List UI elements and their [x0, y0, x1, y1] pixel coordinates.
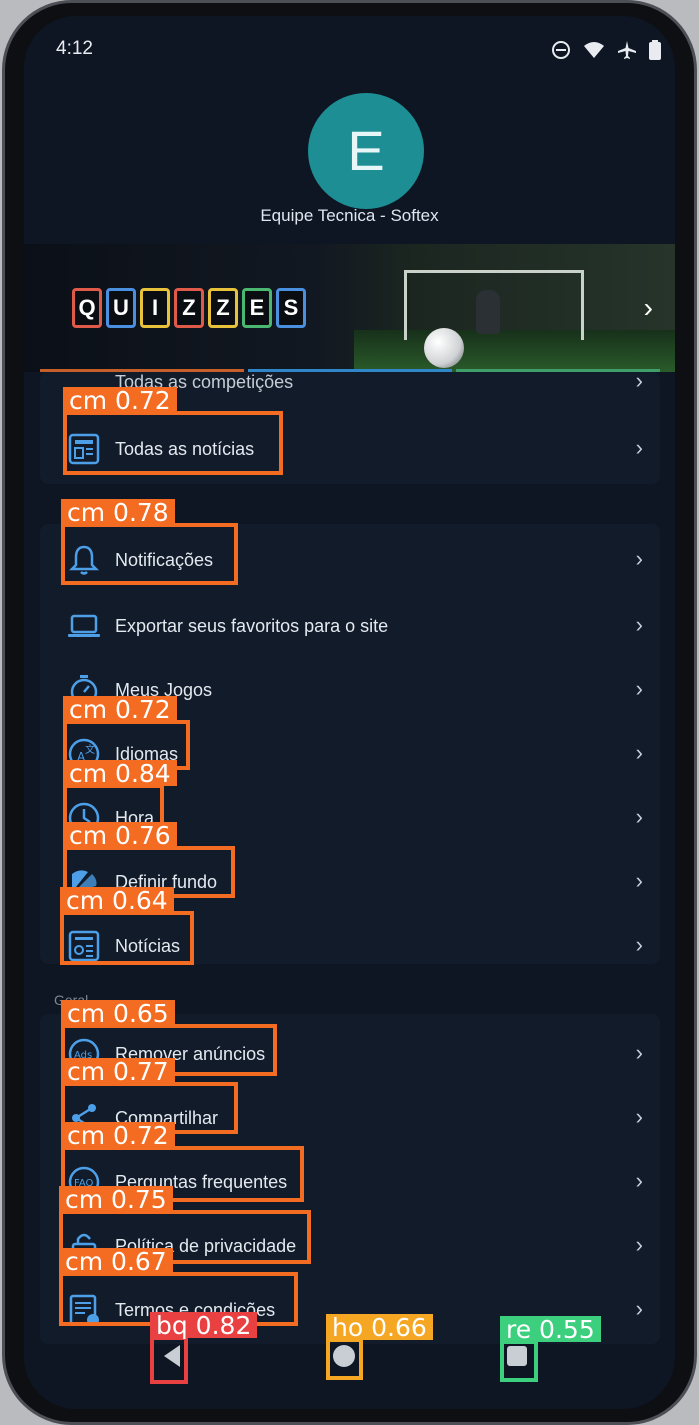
quiz-letter: U	[106, 288, 136, 328]
quiz-letter: Z	[174, 288, 204, 328]
detection-label: cm 0.77	[61, 1058, 175, 1085]
detection-box	[60, 911, 194, 965]
status-bar: 4:12	[24, 16, 675, 86]
chevron-right-icon: ›	[635, 1168, 643, 1193]
quiz-letter: E	[242, 288, 272, 328]
chevron-right-icon: ›	[635, 740, 643, 765]
menu-label: Exportar seus favoritos para o site	[115, 616, 389, 636]
soccer-ball-icon	[424, 328, 464, 368]
airplane-icon	[618, 41, 636, 59]
banner-chevron-icon[interactable]: ›	[644, 292, 653, 324]
dnd-icon	[552, 41, 570, 59]
chevron-right-icon: ›	[635, 1104, 643, 1129]
banner-goalkeeper	[476, 290, 500, 334]
quizzes-banner[interactable]: Q U I Z Z E S ›	[24, 244, 675, 372]
chevron-right-icon: ›	[635, 612, 643, 637]
account-name: Equipe Tecnica - Softex	[260, 206, 439, 225]
laptop-icon	[68, 614, 100, 637]
chevron-right-icon: ›	[635, 435, 643, 460]
wifi-icon	[584, 42, 604, 58]
detection-box	[326, 1338, 363, 1380]
chevron-right-icon: ›	[635, 368, 643, 393]
detection-label: cm 0.84	[63, 760, 177, 787]
quiz-letter: Z	[208, 288, 238, 328]
chevron-right-icon: ›	[635, 868, 643, 893]
chevron-right-icon: ›	[635, 1040, 643, 1065]
detection-label: re 0.55	[500, 1316, 601, 1343]
detection-label: bq 0.82	[150, 1312, 258, 1339]
chevron-right-icon: ›	[635, 1232, 643, 1257]
quiz-letter: I	[140, 288, 170, 328]
detection-label: cm 0.67	[59, 1248, 173, 1275]
detection-box	[63, 411, 283, 475]
chevron-right-icon: ›	[635, 1296, 643, 1321]
account-avatar[interactable]: E	[308, 93, 424, 209]
detection-label: cm 0.64	[60, 887, 174, 914]
menu-item-exportar-favoritos[interactable]: Exportar seus favoritos para o site ›	[24, 596, 675, 654]
detection-label: cm 0.76	[63, 822, 177, 849]
chevron-right-icon: ›	[635, 676, 643, 701]
quiz-letter: Q	[72, 288, 102, 328]
chevron-right-icon: ›	[635, 546, 643, 571]
status-time: 4:12	[56, 38, 93, 59]
battery-icon	[649, 40, 661, 60]
detection-box	[150, 1336, 188, 1384]
quiz-letter: S	[276, 288, 306, 328]
detection-box	[500, 1340, 538, 1382]
quizzes-logo: Q U I Z Z E S	[72, 288, 306, 328]
detection-label: cm 0.72	[63, 387, 177, 414]
detection-label: cm 0.72	[61, 1122, 175, 1149]
detection-label: cm 0.65	[61, 1000, 175, 1027]
chevron-right-icon: ›	[635, 804, 643, 829]
detection-label: cm 0.78	[61, 499, 175, 526]
detection-label: cm 0.75	[59, 1186, 173, 1213]
detection-label: ho 0.66	[326, 1314, 433, 1341]
chevron-right-icon: ›	[635, 932, 643, 957]
detection-box	[61, 523, 238, 585]
detection-label: cm 0.72	[63, 696, 177, 723]
